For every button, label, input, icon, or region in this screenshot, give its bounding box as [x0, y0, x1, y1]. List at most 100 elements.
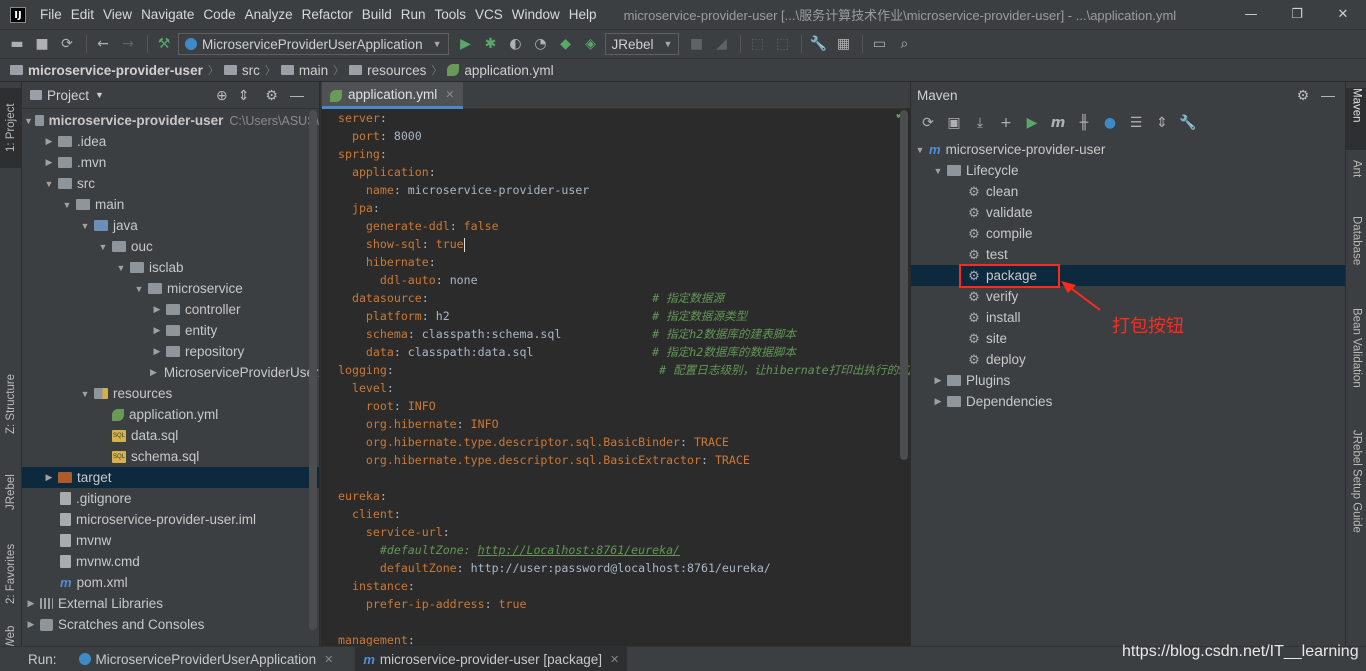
menu-run[interactable]: Run: [401, 7, 426, 22]
tree-item-repository[interactable]: ▶ repository: [22, 341, 319, 362]
jrebel-setup-tool-tab[interactable]: JRebel Setup Guide: [1346, 430, 1366, 560]
maven-goal-deploy[interactable]: ⚙ deploy: [911, 349, 1346, 370]
maven-plugins[interactable]: ▶ Plugins: [911, 370, 1346, 391]
code-line[interactable]: eureka:: [338, 487, 898, 505]
maven-lifecycle[interactable]: ▼ Lifecycle: [911, 160, 1346, 181]
code-line[interactable]: org.hibernate.type.descriptor.sql.BasicE…: [338, 451, 898, 469]
add-icon[interactable]: +: [995, 112, 1017, 134]
project-structure-icon[interactable]: ▦: [832, 33, 854, 55]
tree-item-controller[interactable]: ▶ controller: [22, 299, 319, 320]
close-tab-icon[interactable]: ✕: [324, 653, 333, 666]
editor-scrollbar[interactable]: [900, 110, 908, 460]
code-line[interactable]: org.hibernate.type.descriptor.sql.BasicB…: [338, 433, 898, 451]
coverage-icon[interactable]: ◐: [505, 33, 527, 55]
menu-window[interactable]: Window: [512, 7, 560, 22]
tree-item-schema-sql[interactable]: SQL schema.sql: [22, 446, 319, 467]
tree-item-mvnw[interactable]: mvnw: [22, 530, 319, 551]
menu-vcs[interactable]: VCS: [475, 7, 503, 22]
code-line[interactable]: spring:: [338, 145, 898, 163]
show-dependencies-icon[interactable]: ☰: [1125, 112, 1147, 134]
code-line[interactable]: jpa:: [338, 199, 898, 217]
code-line[interactable]: prefer-ip-address: true: [338, 595, 898, 613]
tree-item-main[interactable]: ▼ main: [22, 194, 319, 215]
maximize-button[interactable]: ❐: [1274, 0, 1320, 29]
maven-goal-clean[interactable]: ⚙ clean: [911, 181, 1346, 202]
execute-goal-icon[interactable]: m: [1047, 112, 1069, 134]
tree-item-resources[interactable]: ▼ resources: [22, 383, 319, 404]
menu-analyze[interactable]: Analyze: [245, 7, 293, 22]
tree-item-isclab[interactable]: ▼ isclab: [22, 257, 319, 278]
download-icon[interactable]: ⤓: [969, 112, 991, 134]
profile-icon[interactable]: ◔: [530, 33, 552, 55]
code-line[interactable]: client:: [338, 505, 898, 523]
breadcrumb-src[interactable]: src: [223, 63, 260, 78]
run-tab-application[interactable]: MicroserviceProviderUserApplication ✕: [71, 647, 342, 671]
tree-item-java[interactable]: ▼ java: [22, 215, 319, 236]
tree-item-external-libraries[interactable]: ▶ External Libraries: [22, 593, 319, 614]
hide-icon[interactable]: —: [290, 87, 304, 103]
project-scrollbar[interactable]: [309, 110, 317, 630]
vcs-history-icon[interactable]: ⬚: [771, 33, 793, 55]
code-line[interactable]: datasource: # 指定数据源: [338, 289, 898, 307]
search-icon[interactable]: ⌕: [893, 33, 915, 55]
tree-item-scratches[interactable]: ▶ Scratches and Consoles: [22, 614, 319, 635]
tab-application-yml[interactable]: application.yml ✕: [322, 82, 463, 109]
ant-tool-tab[interactable]: Ant: [1346, 160, 1366, 202]
menu-tools[interactable]: Tools: [435, 7, 467, 22]
structure-tool-tab[interactable]: Z: Structure: [0, 364, 22, 444]
run-icon[interactable]: ▶: [455, 33, 477, 55]
maven-goal-test[interactable]: ⚙ test: [911, 244, 1346, 265]
settings-wrench-icon[interactable]: 🔧: [807, 33, 829, 55]
code-line[interactable]: name: microservice-provider-user: [338, 181, 898, 199]
maven-goal-verify[interactable]: ⚙ verify: [911, 286, 1346, 307]
code-line[interactable]: level:: [338, 379, 898, 397]
code-line[interactable]: generate-ddl: false: [338, 217, 898, 235]
code-line[interactable]: org.hibernate: INFO: [338, 415, 898, 433]
project-tool-tab[interactable]: 1: Project: [0, 88, 22, 168]
tree-item-application-class[interactable]: ▶MicroserviceProviderUserApplication: [22, 362, 319, 383]
code-line[interactable]: data: classpath:data.sql # 指定h2数据库的数据脚本: [338, 343, 898, 361]
breadcrumb-project[interactable]: microservice-provider-user: [10, 63, 203, 78]
vcs-update-icon[interactable]: ⬚: [746, 33, 768, 55]
jrebel-debug-icon[interactable]: ◈: [580, 33, 602, 55]
maven-goal-validate[interactable]: ⚙ validate: [911, 202, 1346, 223]
jrebel-select[interactable]: JRebel ▼: [604, 33, 680, 55]
favorites-tool-tab[interactable]: 2: Favorites: [0, 534, 22, 614]
project-view-select[interactable]: Project: [47, 88, 89, 103]
stop-icon[interactable]: ■: [685, 33, 707, 55]
code-line[interactable]: show-sql: true: [338, 235, 898, 253]
code-line[interactable]: application:: [338, 163, 898, 181]
web-tool-tab[interactable]: Web: [0, 625, 22, 648]
settings-wrench-icon[interactable]: 🔧: [1177, 112, 1199, 134]
jrebel-run-icon[interactable]: ◆: [555, 33, 577, 55]
close-tab-icon[interactable]: ✕: [445, 88, 454, 101]
tree-item-gitignore[interactable]: .gitignore: [22, 488, 319, 509]
close-tab-icon[interactable]: ✕: [610, 653, 619, 666]
code-editor[interactable]: server: port: 8000 spring: application: n…: [338, 109, 919, 649]
tree-item-pom[interactable]: m pom.xml: [22, 572, 319, 593]
tree-item-entity[interactable]: ▶ entity: [22, 320, 319, 341]
forward-arrow-icon[interactable]: →: [117, 33, 139, 55]
menu-refactor[interactable]: Refactor: [302, 7, 353, 22]
tree-item-target[interactable]: ▶ target: [22, 467, 319, 488]
code-line[interactable]: instance:: [338, 577, 898, 595]
maven-goal-compile[interactable]: ⚙ compile: [911, 223, 1346, 244]
tree-item-root[interactable]: ▼ microservice-provider-user C:\Users\ASUS…: [22, 110, 319, 131]
tree-item-src[interactable]: ▼ src: [22, 173, 319, 194]
menu-file[interactable]: File: [40, 7, 62, 22]
close-button[interactable]: ✕: [1320, 0, 1366, 29]
skip-tests-icon[interactable]: ●: [1099, 112, 1121, 134]
toggle-offline-icon[interactable]: ╫: [1073, 112, 1095, 134]
code-line[interactable]: #defaultZone: http://Localhost:8761/eure…: [338, 541, 898, 559]
code-line[interactable]: service-url:: [338, 523, 898, 541]
terminal-icon[interactable]: ▭: [868, 33, 890, 55]
attach-icon[interactable]: ◢: [710, 33, 732, 55]
back-arrow-icon[interactable]: ←: [92, 33, 114, 55]
maven-tool-tab[interactable]: Maven: [1346, 88, 1366, 150]
chevron-down-icon[interactable]: ▼: [95, 90, 104, 100]
gear-icon[interactable]: ⚙: [1297, 87, 1310, 103]
code-line[interactable]: root: INFO: [338, 397, 898, 415]
menu-edit[interactable]: Edit: [71, 7, 94, 22]
menu-code[interactable]: Code: [203, 7, 235, 22]
collapse-all-icon[interactable]: ⇕: [238, 87, 250, 104]
